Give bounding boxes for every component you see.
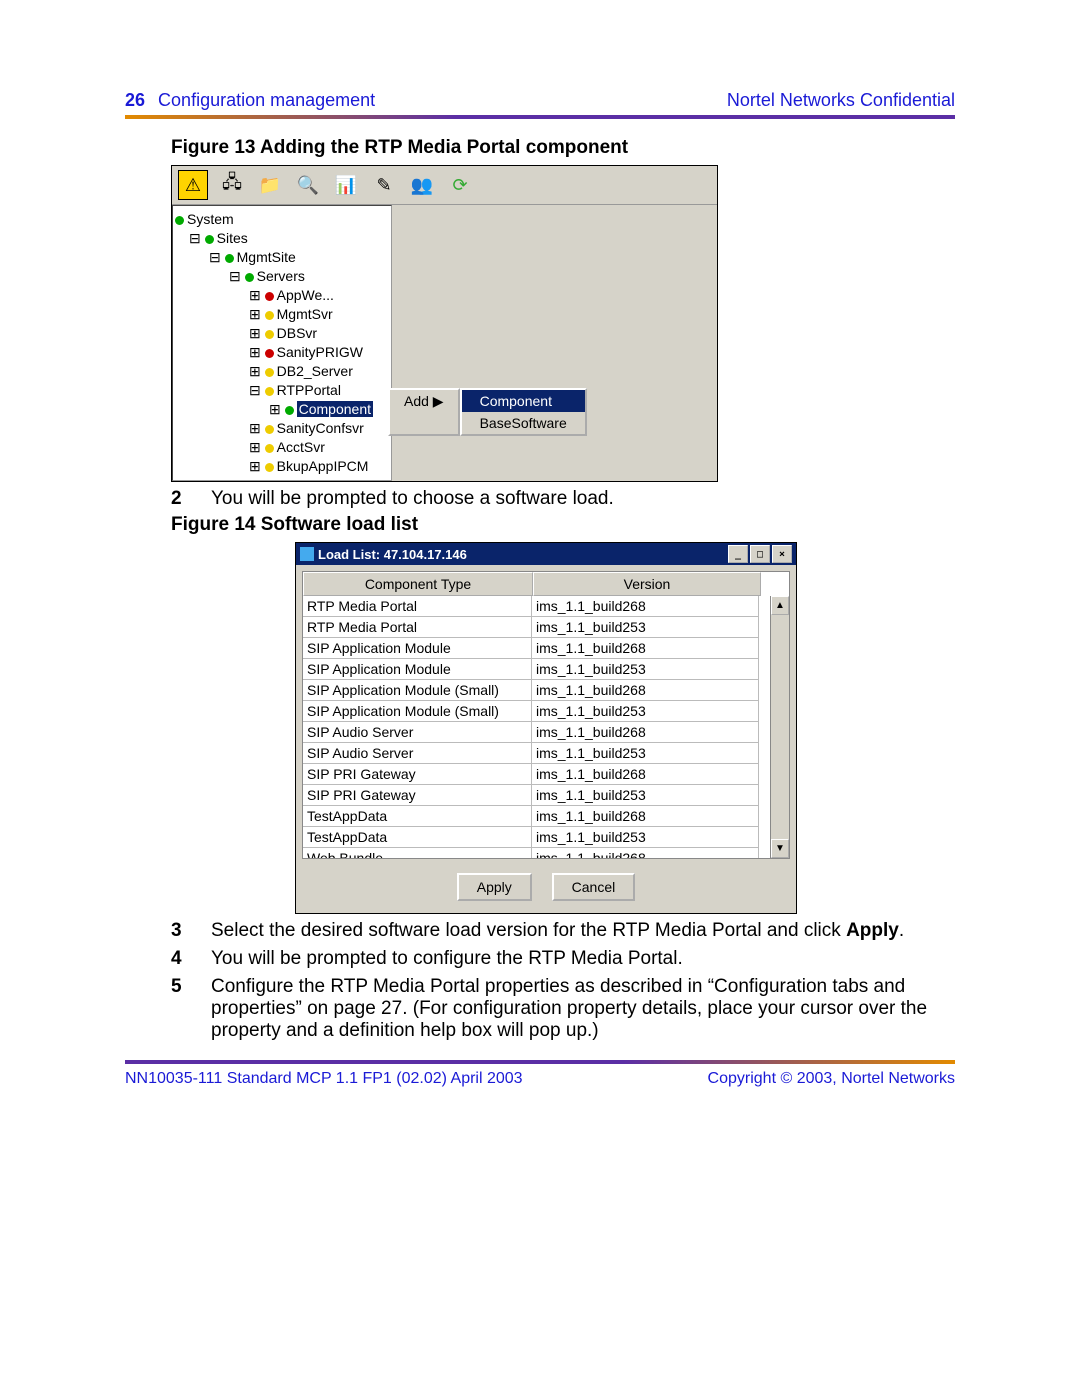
- refresh-icon[interactable]: ⟳: [446, 171, 474, 199]
- step-text: Select the desired software load version…: [211, 920, 955, 942]
- apply-button[interactable]: Apply: [457, 873, 532, 901]
- tree-item[interactable]: SanityConfsvr: [277, 420, 364, 436]
- folder-icon[interactable]: 📁: [256, 171, 284, 199]
- close-icon[interactable]: ×: [772, 545, 792, 563]
- figure14: Load List: 47.104.17.146 _ □ × Component…: [295, 542, 797, 914]
- tree-item[interactable]: BkupAppIPCM: [277, 458, 369, 474]
- figure14-caption: Figure 14 Software load list: [171, 514, 955, 536]
- table-cell[interactable]: ims_1.1_build268: [532, 848, 759, 858]
- context-add[interactable]: Add ▶: [388, 388, 460, 436]
- window-title: Load List: 47.104.17.146: [314, 547, 726, 562]
- scrollbar[interactable]: ▲ ▼: [770, 596, 789, 858]
- table-cell[interactable]: ims_1.1_build268: [532, 722, 759, 743]
- table-cell[interactable]: ims_1.1_build253: [532, 743, 759, 764]
- table-cell[interactable]: SIP Application Module (Small): [303, 680, 532, 701]
- step-number: 4: [171, 948, 211, 970]
- tree-item[interactable]: DBSvr: [277, 325, 317, 341]
- step-number: 5: [171, 976, 211, 1042]
- step-text: You will be prompted to choose a softwar…: [211, 488, 955, 510]
- tree-root[interactable]: System: [187, 211, 234, 227]
- table-cell[interactable]: ims_1.1_build268: [532, 596, 759, 617]
- table-cell[interactable]: ims_1.1_build268: [532, 638, 759, 659]
- col-component-type[interactable]: Component Type: [303, 572, 533, 596]
- step-number: 3: [171, 920, 211, 942]
- col-version[interactable]: Version: [533, 572, 761, 596]
- figure13: ⚠ 🖧 📁 🔍 📊 ✎ 👥 ⟳ System ⊟ Sites ⊟ MgmtSit…: [171, 165, 718, 482]
- table-cell[interactable]: ims_1.1_build253: [532, 701, 759, 722]
- tree-item[interactable]: RTPPortal: [277, 382, 341, 398]
- tree-view[interactable]: System ⊟ Sites ⊟ MgmtSite ⊟ Servers ⊞ Ap…: [172, 205, 392, 481]
- edit-icon[interactable]: ✎: [370, 171, 398, 199]
- header-rule: [125, 115, 955, 119]
- figure13-caption: Figure 13 Adding the RTP Media Portal co…: [171, 137, 955, 159]
- chart-icon[interactable]: 📊: [332, 171, 360, 199]
- tree-item[interactable]: AcctSvr: [277, 439, 325, 455]
- network-icon[interactable]: 🖧: [218, 171, 246, 199]
- table-cell[interactable]: SIP PRI Gateway: [303, 785, 532, 806]
- context-component[interactable]: Component: [462, 390, 585, 412]
- tree-item[interactable]: DB2_Server: [277, 363, 353, 379]
- tree-item[interactable]: SanityPRIGW: [277, 344, 363, 360]
- table-cell[interactable]: TestAppData: [303, 827, 532, 848]
- search-icon[interactable]: 🔍: [294, 171, 322, 199]
- table-cell[interactable]: TestAppData: [303, 806, 532, 827]
- step-text: You will be prompted to configure the RT…: [211, 948, 955, 970]
- tree-selected[interactable]: Component: [297, 401, 373, 417]
- scroll-up-icon[interactable]: ▲: [771, 596, 789, 615]
- page-number: 26: [125, 90, 145, 110]
- tree-sites[interactable]: Sites: [217, 230, 248, 246]
- minimize-icon[interactable]: _: [728, 545, 748, 563]
- users-icon[interactable]: 👥: [408, 171, 436, 199]
- table-cell[interactable]: SIP Audio Server: [303, 743, 532, 764]
- table-cell[interactable]: RTP Media Portal: [303, 596, 532, 617]
- table-cell[interactable]: ims_1.1_build253: [532, 617, 759, 638]
- tree-item[interactable]: MgmtSvr: [277, 306, 333, 322]
- titlebar: Load List: 47.104.17.146 _ □ ×: [296, 543, 796, 565]
- table-cell[interactable]: ims_1.1_build268: [532, 764, 759, 785]
- footer-right: Copyright © 2003, Nortel Networks: [708, 1070, 955, 1088]
- tree-mgmtsite[interactable]: MgmtSite: [237, 249, 296, 265]
- tree-item[interactable]: AppWe...: [277, 287, 334, 303]
- maximize-icon[interactable]: □: [750, 545, 770, 563]
- table-cell[interactable]: SIP Application Module: [303, 659, 532, 680]
- table-cell[interactable]: ims_1.1_build268: [532, 806, 759, 827]
- table-cell[interactable]: RTP Media Portal: [303, 617, 532, 638]
- toolbar: ⚠ 🖧 📁 🔍 📊 ✎ 👥 ⟳: [172, 166, 717, 205]
- scroll-down-icon[interactable]: ▼: [771, 839, 789, 858]
- step-number: 2: [171, 488, 211, 510]
- cancel-button[interactable]: Cancel: [552, 873, 636, 901]
- table-cell[interactable]: ims_1.1_build253: [532, 659, 759, 680]
- load-list-body[interactable]: RTP Media Portalims_1.1_build268 RTP Med…: [303, 596, 789, 858]
- footer-rule: [125, 1060, 955, 1064]
- table-cell[interactable]: ims_1.1_build253: [532, 785, 759, 806]
- tree-servers[interactable]: Servers: [257, 268, 305, 284]
- table-cell[interactable]: ims_1.1_build268: [532, 680, 759, 701]
- table-cell[interactable]: ims_1.1_build253: [532, 827, 759, 848]
- confidential-label: Nortel Networks Confidential: [727, 90, 955, 111]
- warning-icon[interactable]: ⚠: [178, 170, 208, 200]
- table-cell[interactable]: Web Bundle: [303, 848, 532, 858]
- table-cell[interactable]: SIP Audio Server: [303, 722, 532, 743]
- section-title: Configuration management: [158, 90, 375, 110]
- step-text: Configure the RTP Media Portal propertie…: [211, 976, 955, 1042]
- footer-left: NN10035-111 Standard MCP 1.1 FP1 (02.02)…: [125, 1070, 523, 1088]
- app-icon: [300, 547, 314, 561]
- table-cell[interactable]: SIP PRI Gateway: [303, 764, 532, 785]
- table-cell[interactable]: SIP Application Module (Small): [303, 701, 532, 722]
- table-cell[interactable]: SIP Application Module: [303, 638, 532, 659]
- context-basesoftware[interactable]: BaseSoftware: [462, 412, 585, 434]
